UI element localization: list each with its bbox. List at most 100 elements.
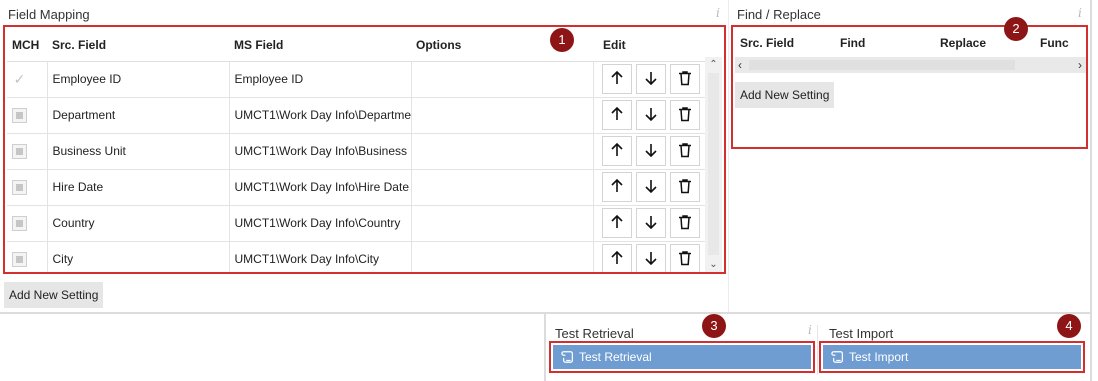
- table-row[interactable]: Business Unit UMCT1\Work Day Info\Busines…: [7, 132, 707, 169]
- options-cell[interactable]: [411, 132, 594, 169]
- column-header-src-field[interactable]: Src. Field: [740, 36, 794, 50]
- move-down-button[interactable]: [635, 244, 666, 272]
- move-down-button[interactable]: [635, 64, 666, 94]
- move-up-button[interactable]: [601, 100, 632, 130]
- mch-checkbox[interactable]: ✓: [12, 71, 27, 87]
- delete-button[interactable]: [669, 244, 700, 272]
- trash-icon: [676, 177, 694, 198]
- column-header-src-field[interactable]: Src. Field: [47, 29, 229, 62]
- ms-field-cell[interactable]: UMCT1\Work Day Info\Hire Date: [229, 168, 412, 205]
- ms-field-cell[interactable]: Employee ID: [229, 60, 412, 97]
- right-border: [1090, 0, 1092, 312]
- edit-cell: [593, 240, 707, 272]
- edit-cell: [593, 168, 707, 205]
- src-field-cell[interactable]: Department: [47, 96, 230, 133]
- arrow-down-icon: [642, 249, 660, 270]
- scroll-right-icon[interactable]: ›: [1078, 58, 1082, 72]
- column-header-find[interactable]: Find: [840, 36, 865, 50]
- scroll-down-icon[interactable]: ⌄: [705, 259, 722, 270]
- src-field-cell[interactable]: City: [47, 240, 230, 272]
- delete-button[interactable]: [669, 172, 700, 202]
- move-down-button[interactable]: [635, 172, 666, 202]
- ms-field-cell[interactable]: UMCT1\Work Day Info\Department: [229, 96, 412, 133]
- mch-checkbox[interactable]: [12, 179, 27, 195]
- horizontal-scrollbar[interactable]: ‹ ›: [735, 57, 1086, 73]
- move-up-button[interactable]: [601, 172, 632, 202]
- mch-checkbox[interactable]: [12, 215, 27, 231]
- test-divider: [817, 325, 818, 375]
- options-cell[interactable]: [411, 204, 594, 241]
- field-mapping-grid: MCH Src. Field MS Field Options Edit ✓ Em…: [3, 25, 726, 274]
- add-mapping-setting-button[interactable]: Add New Setting: [4, 282, 104, 308]
- scroll-up-icon[interactable]: ⌃: [705, 59, 722, 70]
- table-row[interactable]: Country UMCT1\Work Day Info\Country: [7, 204, 707, 241]
- field-mapping-table: MCH Src. Field MS Field Options Edit ✓ Em…: [7, 29, 707, 272]
- add-find-replace-setting-button[interactable]: Add New Setting: [735, 82, 835, 108]
- field-mapping-info-icon[interactable]: i: [716, 6, 720, 20]
- edit-cell: [593, 204, 707, 241]
- delete-button[interactable]: [669, 64, 700, 94]
- table-row[interactable]: City UMCT1\Work Day Info\City: [7, 240, 707, 272]
- arrow-up-icon: [608, 69, 626, 90]
- move-up-button[interactable]: [601, 64, 632, 94]
- move-down-button[interactable]: [635, 208, 666, 238]
- find-replace-title: Find / Replace: [737, 7, 821, 22]
- edit-cell: [593, 132, 707, 169]
- scroll-left-icon[interactable]: ‹: [738, 58, 742, 72]
- src-field-cell[interactable]: Hire Date: [47, 168, 230, 205]
- test-retrieval-label: Test Retrieval: [579, 350, 652, 364]
- test-retrieval-button[interactable]: Test Retrieval: [553, 345, 811, 369]
- test-import-title: Test Import: [829, 326, 894, 341]
- mch-cell: [7, 168, 48, 205]
- ms-field-cell[interactable]: UMCT1\Work Day Info\Business Unit: [229, 132, 412, 169]
- arrow-down-icon: [642, 177, 660, 198]
- delete-button[interactable]: [669, 136, 700, 166]
- arrow-up-icon: [608, 105, 626, 126]
- find-replace-info-icon[interactable]: i: [1078, 6, 1082, 20]
- mch-cell: [7, 96, 48, 133]
- callout-badge-3: 3: [702, 314, 726, 338]
- table-row[interactable]: Department UMCT1\Work Day Info\Department: [7, 96, 707, 133]
- field-mapping-title: Field Mapping: [8, 7, 90, 22]
- mch-checkbox[interactable]: [12, 143, 27, 159]
- find-replace-grid: Src. Field Find Replace Func ‹ › Add New…: [731, 25, 1088, 149]
- ms-field-cell[interactable]: UMCT1\Work Day Info\Country: [229, 204, 412, 241]
- arrow-up-icon: [608, 177, 626, 198]
- options-cell[interactable]: [411, 60, 594, 97]
- table-row[interactable]: ✓ Employee ID Employee ID: [7, 60, 707, 97]
- test-retrieval-info-icon[interactable]: i: [808, 323, 812, 337]
- ms-field-cell[interactable]: UMCT1\Work Day Info\City: [229, 240, 412, 272]
- test-import-label: Test Import: [849, 350, 909, 364]
- column-header-mch[interactable]: MCH: [7, 29, 47, 62]
- edit-cell: [593, 96, 707, 133]
- test-import-button[interactable]: Test Import: [823, 345, 1081, 369]
- column-header-ms-field[interactable]: MS Field: [229, 29, 411, 62]
- src-field-cell[interactable]: Country: [47, 204, 230, 241]
- mch-checkbox[interactable]: [12, 107, 27, 123]
- src-field-cell[interactable]: Business Unit: [47, 132, 230, 169]
- vertical-scrollbar[interactable]: ⌃ ⌄: [705, 57, 722, 272]
- options-cell[interactable]: [411, 168, 594, 205]
- move-down-button[interactable]: [635, 100, 666, 130]
- src-field-cell[interactable]: Employee ID: [47, 60, 230, 97]
- delete-button[interactable]: [669, 100, 700, 130]
- move-up-button[interactable]: [601, 244, 632, 272]
- arrow-down-icon: [642, 105, 660, 126]
- scrollbar-thumb[interactable]: [708, 73, 719, 255]
- move-up-button[interactable]: [601, 208, 632, 238]
- move-up-button[interactable]: [601, 136, 632, 166]
- options-cell[interactable]: [411, 240, 594, 272]
- move-down-button[interactable]: [635, 136, 666, 166]
- mch-cell: [7, 240, 48, 272]
- test-retrieval-highlight: Test Retrieval: [549, 341, 815, 373]
- arrow-up-icon: [608, 141, 626, 162]
- table-row[interactable]: Hire Date UMCT1\Work Day Info\Hire Date: [7, 168, 707, 205]
- options-cell[interactable]: [411, 96, 594, 133]
- delete-button[interactable]: [669, 208, 700, 238]
- scroll-icon: [831, 351, 843, 363]
- column-header-edit[interactable]: Edit: [593, 29, 707, 62]
- mch-checkbox[interactable]: [12, 251, 27, 267]
- column-header-func[interactable]: Func: [1040, 36, 1069, 50]
- scrollbar-thumb[interactable]: [749, 60, 1015, 70]
- column-header-replace[interactable]: Replace: [940, 36, 986, 50]
